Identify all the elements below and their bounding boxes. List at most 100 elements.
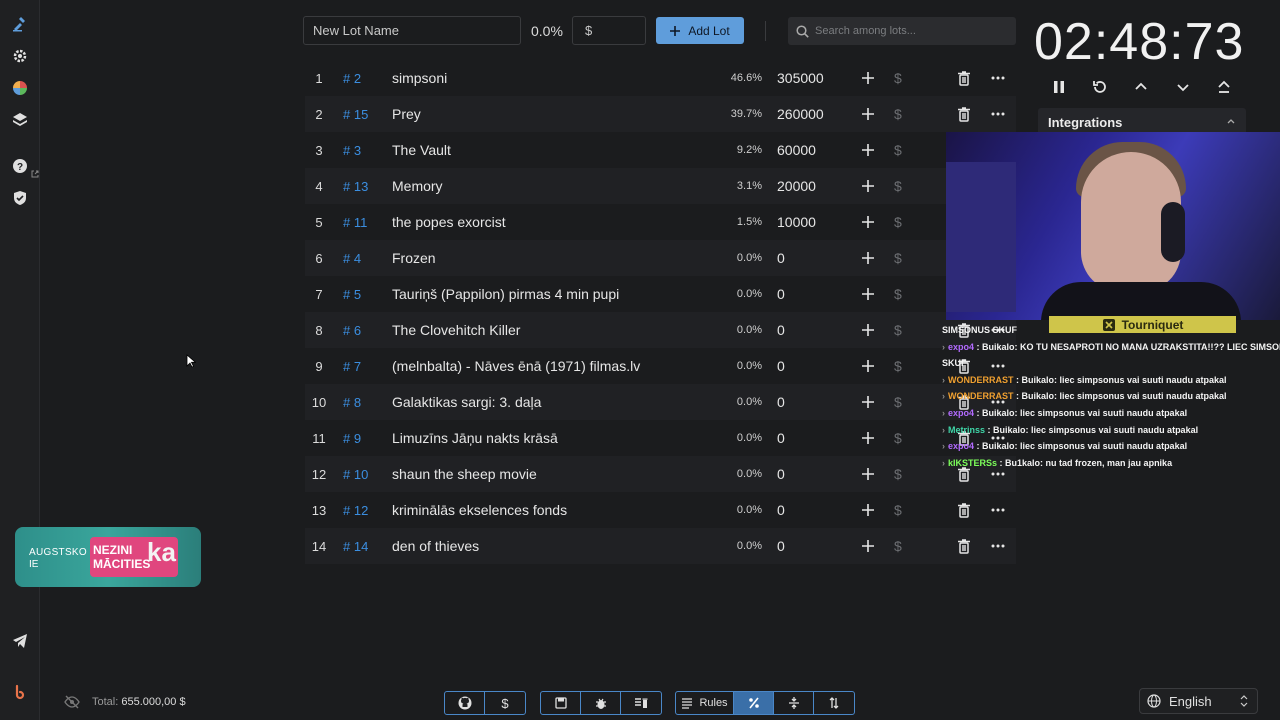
add-bid-button[interactable] <box>860 142 876 158</box>
lot-name[interactable]: the popes exorcist <box>392 214 506 230</box>
dollar-icon[interactable]: $ <box>894 466 902 482</box>
lot-amount[interactable]: 20000 <box>777 178 816 194</box>
save-button[interactable] <box>541 692 581 714</box>
gear-icon[interactable] <box>8 44 32 68</box>
add-bid-button[interactable] <box>860 286 876 302</box>
trash-icon[interactable] <box>957 106 971 122</box>
lot-name[interactable]: shaun the sheep movie <box>392 466 537 482</box>
lot-amount[interactable]: 0 <box>777 430 785 446</box>
add-bid-button[interactable] <box>860 430 876 446</box>
lot-name[interactable]: Prey <box>392 106 421 122</box>
reset-timer-button[interactable] <box>1090 77 1110 97</box>
lot-amount[interactable]: 0 <box>777 286 785 302</box>
language-select[interactable]: English <box>1139 688 1258 714</box>
trash-icon[interactable] <box>957 538 971 554</box>
add-bid-button[interactable] <box>860 466 876 482</box>
lot-name[interactable]: Tauriņš (Pappilon) pirmas 4 min pupi <box>392 286 619 302</box>
lot-amount[interactable]: 10000 <box>777 214 816 230</box>
add-bid-button[interactable] <box>860 502 876 518</box>
lot-amount[interactable]: 305000 <box>777 70 824 86</box>
more-options-icon[interactable] <box>991 539 1005 553</box>
bug-report-button[interactable] <box>581 692 621 714</box>
pause-button[interactable] <box>1049 77 1069 97</box>
lot-name[interactable]: Limuzīns Jāņu nakts krāsā <box>392 430 558 446</box>
decrease-time-button[interactable] <box>1173 77 1193 97</box>
lot-id-link[interactable]: # 14 <box>343 539 368 554</box>
add-bid-button[interactable] <box>860 106 876 122</box>
lot-name[interactable]: den of thieves <box>392 538 479 554</box>
lot-id-link[interactable]: # 7 <box>343 359 361 374</box>
add-bid-button[interactable] <box>860 250 876 266</box>
dollar-icon[interactable]: $ <box>894 178 902 194</box>
dollar-icon[interactable]: $ <box>894 322 902 338</box>
brand-logo-icon[interactable] <box>8 680 32 704</box>
add-bid-button[interactable] <box>860 538 876 554</box>
auction-gavel-icon[interactable] <box>8 12 32 36</box>
lot-amount[interactable]: 260000 <box>777 106 824 122</box>
increase-time-button[interactable] <box>1131 77 1151 97</box>
rules-button[interactable]: Rules <box>676 692 734 714</box>
lot-id-link[interactable]: # 4 <box>343 251 361 266</box>
trash-icon[interactable] <box>957 70 971 86</box>
lot-name[interactable]: simpsoni <box>392 70 447 86</box>
lot-id-link[interactable]: # 2 <box>343 71 361 86</box>
lot-name[interactable]: Frozen <box>392 250 436 266</box>
telegram-icon[interactable] <box>8 629 32 653</box>
search-box[interactable] <box>788 17 1016 45</box>
lot-id-link[interactable]: # 6 <box>343 323 361 338</box>
layers-icon[interactable] <box>8 108 32 132</box>
lot-name[interactable]: (melnbalta) - Nāves ēnā (1971) filmas.lv <box>392 358 640 374</box>
lot-amount[interactable]: 0 <box>777 322 785 338</box>
lot-amount[interactable]: 60000 <box>777 142 816 158</box>
dollar-icon[interactable]: $ <box>894 70 902 86</box>
lot-name[interactable]: The Vault <box>392 142 451 158</box>
lot-id-link[interactable]: # 15 <box>343 107 368 122</box>
github-button[interactable] <box>445 692 485 714</box>
more-options-icon[interactable] <box>991 503 1005 517</box>
lot-id-link[interactable]: # 3 <box>343 143 361 158</box>
lot-id-link[interactable]: # 12 <box>343 503 368 518</box>
shield-icon[interactable] <box>8 186 32 210</box>
percent-toggle-button[interactable] <box>734 692 774 714</box>
eye-off-icon[interactable] <box>64 695 80 709</box>
lot-name[interactable]: kriminālās ekselences fonds <box>392 502 567 518</box>
lot-id-link[interactable]: # 5 <box>343 287 361 302</box>
dollar-icon[interactable]: $ <box>894 430 902 446</box>
lot-amount[interactable]: 0 <box>777 394 785 410</box>
dollar-icon[interactable]: $ <box>894 538 902 554</box>
dollar-icon[interactable]: $ <box>894 394 902 410</box>
more-options-icon[interactable] <box>991 71 1005 85</box>
search-input[interactable] <box>815 25 1005 37</box>
lot-id-link[interactable]: # 13 <box>343 179 368 194</box>
lot-amount[interactable]: 0 <box>777 538 785 554</box>
donate-button[interactable]: $ <box>485 692 525 714</box>
lot-id-link[interactable]: # 10 <box>343 467 368 482</box>
new-lot-name-input[interactable] <box>303 16 521 45</box>
dollar-icon[interactable]: $ <box>894 286 902 302</box>
new-lot-amount-input[interactable] <box>572 16 646 45</box>
lot-id-link[interactable]: # 11 <box>343 215 367 230</box>
lot-amount[interactable]: 0 <box>777 358 785 374</box>
sort-button[interactable] <box>814 692 854 714</box>
lot-id-link[interactable]: # 8 <box>343 395 361 410</box>
lot-amount[interactable]: 0 <box>777 502 785 518</box>
double-up-button[interactable] <box>1214 77 1234 97</box>
add-bid-button[interactable] <box>860 322 876 338</box>
dollar-icon[interactable]: $ <box>894 250 902 266</box>
clear-lots-button[interactable] <box>621 692 661 714</box>
dollar-icon[interactable]: $ <box>894 106 902 122</box>
more-options-icon[interactable] <box>991 107 1005 121</box>
add-lot-button[interactable]: Add Lot <box>656 17 744 44</box>
add-bid-button[interactable] <box>860 70 876 86</box>
lot-amount[interactable]: 0 <box>777 250 785 266</box>
lot-id-link[interactable]: # 9 <box>343 431 361 446</box>
dollar-icon[interactable]: $ <box>894 358 902 374</box>
add-bid-button[interactable] <box>860 394 876 410</box>
dollar-icon[interactable]: $ <box>894 502 902 518</box>
wheel-chart-icon[interactable] <box>8 76 32 100</box>
add-bid-button[interactable] <box>860 214 876 230</box>
compress-rows-button[interactable] <box>774 692 814 714</box>
help-icon[interactable]: ? <box>8 154 32 178</box>
lot-name[interactable]: The Clovehitch Killer <box>392 322 520 338</box>
trash-icon[interactable] <box>957 502 971 518</box>
